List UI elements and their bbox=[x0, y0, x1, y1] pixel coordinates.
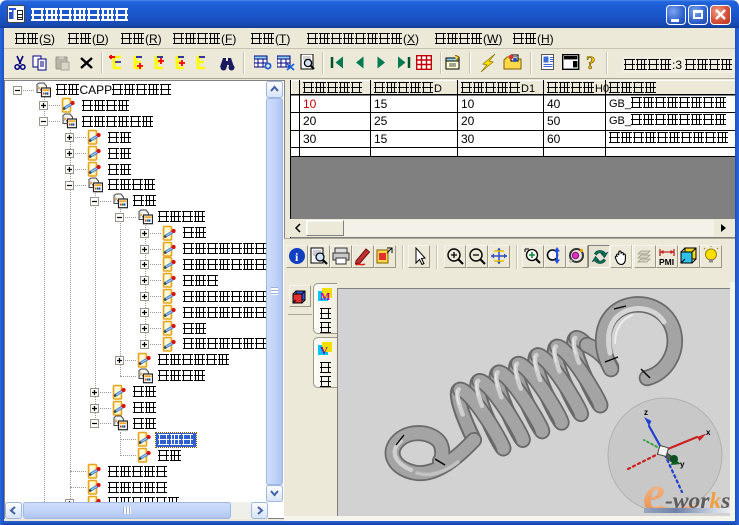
svg-text:?: ? bbox=[586, 53, 596, 72]
svg-text:M: M bbox=[320, 291, 331, 302]
svg-text:x: x bbox=[706, 428, 711, 437]
svg-text:y: y bbox=[680, 460, 685, 469]
svg-text:PMI: PMI bbox=[659, 257, 674, 267]
svg-text:V: V bbox=[320, 345, 328, 356]
svg-text:z: z bbox=[644, 408, 648, 417]
